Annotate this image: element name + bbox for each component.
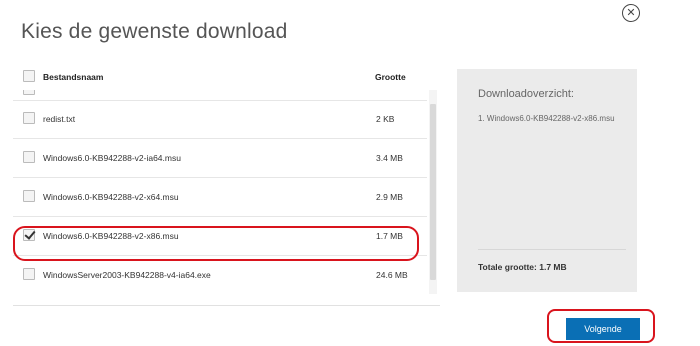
- summary-total-size: Totale grootte: 1.7 MB: [478, 262, 567, 272]
- file-size: 2 KB: [376, 114, 395, 124]
- file-rows: redist.txt 2 KB Windows6.0-KB942288-v2-i…: [13, 90, 427, 294]
- list-item[interactable]: Windows6.0-KB942288-v2-ia64.msu 3.4 MB: [13, 139, 427, 178]
- file-size: 24.6 MB: [376, 270, 408, 280]
- file-name: WindowsServer2003-KB942288-v4-ia64.exe: [43, 270, 211, 280]
- download-dialog: Kies de gewenste download ✕ Bestandsnaam…: [0, 0, 700, 346]
- file-size: 1.7 MB: [376, 231, 403, 241]
- file-checkbox[interactable]: [23, 112, 35, 124]
- close-icon[interactable]: ✕: [622, 4, 640, 22]
- file-checkbox[interactable]: [23, 190, 35, 202]
- list-scrollbar[interactable]: [429, 90, 437, 294]
- list-item[interactable]: Windows6.0-KB942288-v2-x64.msu 2.9 MB: [13, 178, 427, 217]
- footer-divider: [13, 305, 440, 306]
- file-size: 3.4 MB: [376, 153, 403, 163]
- summary-divider: [478, 249, 626, 250]
- column-header-size[interactable]: Grootte: [375, 72, 406, 82]
- dialog-title: Kies de gewenste download: [21, 20, 288, 43]
- file-checkbox[interactable]: [23, 268, 35, 280]
- list-item[interactable]: WindowsServer2003-KB942288-v4-ia64.exe 2…: [13, 256, 427, 294]
- list-item-selected[interactable]: Windows6.0-KB942288-v2-x86.msu 1.7 MB: [13, 217, 427, 256]
- next-button[interactable]: Volgende: [566, 318, 640, 340]
- file-list: Bestandsnaam Grootte redist.txt 2 KB Win…: [13, 68, 440, 294]
- select-all-checkbox[interactable]: [23, 70, 35, 82]
- file-size: 2.9 MB: [376, 192, 403, 202]
- file-checkbox[interactable]: [23, 90, 35, 95]
- list-item[interactable]: redist.txt 2 KB: [13, 100, 427, 139]
- file-checkbox[interactable]: [23, 151, 35, 163]
- file-name: Windows6.0-KB942288-v2-x86.msu: [43, 231, 179, 241]
- file-name: Windows6.0-KB942288-v2-x64.msu: [43, 192, 179, 202]
- file-name: Windows6.0-KB942288-v2-ia64.msu: [43, 153, 181, 163]
- download-summary-panel: Downloadoverzicht: 1. Windows6.0-KB94228…: [457, 69, 637, 292]
- scrollbar-thumb[interactable]: [430, 104, 436, 280]
- column-header-name[interactable]: Bestandsnaam: [43, 72, 103, 82]
- list-header: Bestandsnaam Grootte: [13, 68, 427, 88]
- file-checkbox-checked[interactable]: [23, 229, 35, 241]
- summary-item: 1. Windows6.0-KB942288-v2-x86.msu: [478, 114, 615, 123]
- file-name: redist.txt: [43, 114, 76, 124]
- summary-title: Downloadoverzicht:: [478, 88, 574, 100]
